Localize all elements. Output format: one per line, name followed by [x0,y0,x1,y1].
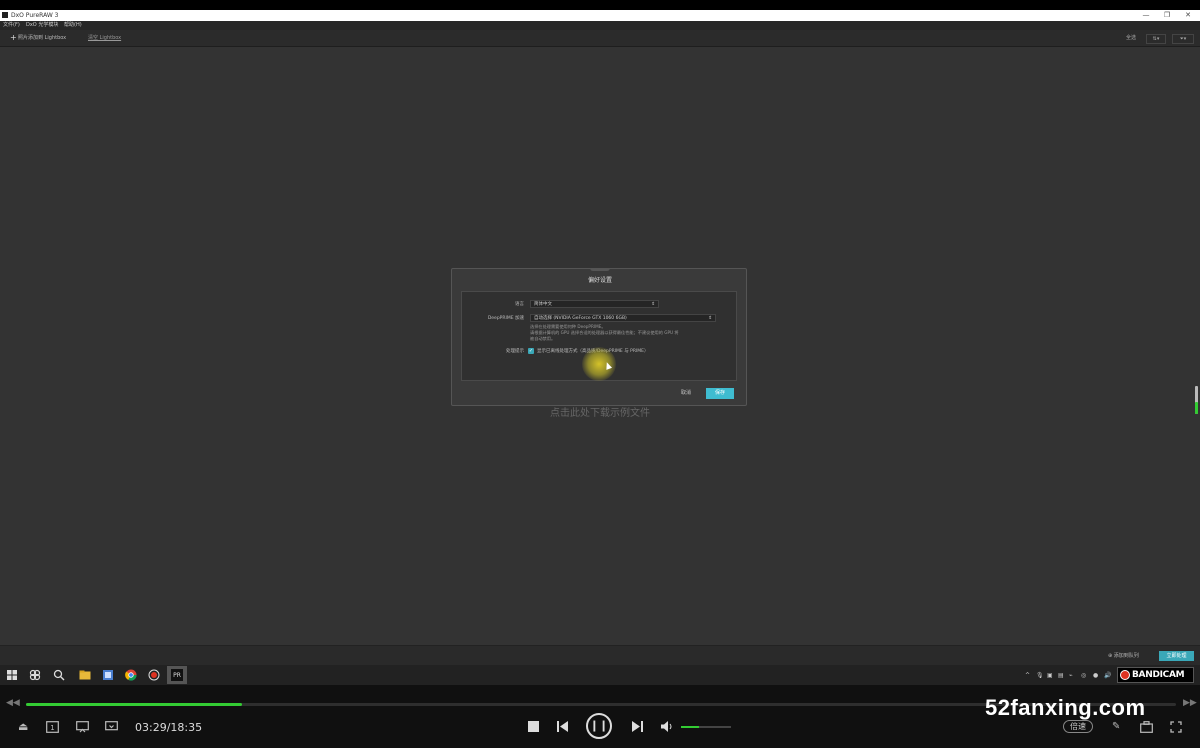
windows-taskbar: PR ^ 🎙 ▣ ▤ ⌁ ◎ ● 🔊 [0,665,1200,685]
add-to-queue-label: 添加到队列 [1113,653,1139,659]
deepprime-value: 自动选择 (NVIDIA GeForce GTX 1060 6GB) [534,316,627,321]
chevron-updown-icon: ⇕ [651,302,655,307]
windows-start-icon[interactable] [5,668,19,682]
sort-icon[interactable]: ⇅▾ [1146,34,1166,44]
preferences-dialog: 偏好设置 语言 简体中文 ⇕ DeepPRIME 加速 自动选择 (NVIDIA… [451,268,747,406]
warning-checkbox[interactable]: ✓ [528,348,534,354]
bandicam-label: BANDICAM [1132,670,1185,680]
briefcase-icon[interactable] [1140,721,1153,733]
tray-app-icon[interactable]: ▣ [1047,671,1053,680]
deepprime-select[interactable]: 自动选择 (NVIDIA GeForce GTX 1060 6GB) ⇕ [530,314,716,322]
tray-overflow-icon[interactable]: ^ [1025,671,1030,680]
menu-file[interactable]: 文件(F) [3,21,20,30]
tray-volume-icon[interactable]: 🔊 [1104,671,1111,680]
record-app-icon[interactable] [147,668,161,682]
screenshot-icon[interactable] [76,721,89,733]
clear-lightbox-link[interactable]: 清空 Lightbox [88,30,121,46]
maximize-button[interactable]: ❐ [1157,10,1177,21]
tool-icon[interactable]: ✎ [1112,721,1120,732]
select-all-button[interactable]: 全选 [1126,34,1136,42]
bottom-action-bar: ⊕ 添加到队列 立即处理 [0,645,1200,666]
toolbar: + 照片添加到 Lightbox 清空 Lightbox 全选 ⇅▾ ⏷▾ [0,30,1200,47]
playback-time: 03:29/18:35 [135,721,203,734]
previous-icon[interactable] [556,720,569,733]
task-view-icon[interactable] [28,668,42,682]
file-explorer-icon[interactable] [78,668,92,682]
menu-dxo-modules[interactable]: DxO 光学模块 [26,21,58,30]
download-sample-hint[interactable]: 点击此处下载示例文件 [500,404,700,419]
dialog-content-panel: 语言 简体中文 ⇕ DeepPRIME 加速 自动选择 (NVIDIA GeFo… [461,291,737,381]
window-title: DxO PureRAW 3 [11,12,59,19]
search-icon[interactable] [52,668,66,682]
deepprime-description: 选择在处理需要使用何种 DeepPRIME。 请根据计算机的 GPU 选择合适的… [530,324,730,342]
pause-icon: ❙❙ [589,719,609,732]
pureraw-app-icon: PR [171,669,183,681]
cast-icon[interactable] [105,721,118,733]
language-select[interactable]: 简体中文 ⇕ [530,300,659,308]
language-label: 语言 [515,302,524,307]
side-panel-indicator [1195,402,1198,414]
add-to-lightbox-button[interactable]: 照片添加到 Lightbox [18,30,66,46]
svg-text:1: 1 [50,724,54,732]
taskbar-active-app[interactable]: PR [167,666,187,684]
fast-forward-icon[interactable]: ▶▶ [1183,698,1197,708]
dialog-notch [590,268,610,271]
site-watermark: 52fanxing.com [985,695,1146,720]
stop-icon[interactable] [528,721,539,732]
subtitle-icon[interactable]: 1 [46,721,59,733]
close-button[interactable]: ✕ [1178,10,1198,21]
add-to-queue-button[interactable]: ⊕ 添加到队列 [1108,652,1139,661]
bandicam-watermark: BANDICAM [1117,667,1194,683]
process-now-button[interactable]: 立即处理 [1159,651,1194,661]
app-icon [2,12,8,18]
volume-level [681,726,699,728]
tray-display-icon[interactable]: ▤ [1058,671,1064,680]
language-value: 简体中文 [534,302,552,307]
cancel-button[interactable]: 取消 [672,388,700,399]
tray-status-icon[interactable]: ● [1093,671,1098,680]
tray-mic-icon[interactable]: 🎙 [1036,671,1044,680]
notes-app-icon[interactable] [101,668,115,682]
next-icon[interactable] [631,720,644,733]
window-titlebar: DxO PureRAW 3 — ❐ ✕ [0,10,1200,21]
rewind-icon[interactable]: ◀◀ [6,698,20,708]
chevron-updown-icon: ⇕ [708,316,712,321]
seek-progress [26,703,243,706]
fullscreen-icon[interactable] [1170,721,1182,733]
video-player-bar: ◀◀ ▶▶ ⏏ 1 03:29/18:35 ❙❙ 52fanxing.com 倍… [0,685,1200,748]
minimize-button[interactable]: — [1136,10,1156,21]
tray-wechat-icon[interactable]: ◎ [1081,671,1086,680]
pause-button[interactable]: ❙❙ [586,713,612,739]
playback-speed-button[interactable]: 倍速 [1063,720,1093,733]
volume-icon[interactable] [660,720,673,733]
add-icon[interactable]: + [10,30,17,46]
eject-icon[interactable]: ⏏ [18,720,28,733]
save-button[interactable]: 保存 [706,388,734,399]
warning-label: 处理提示 [506,349,524,354]
deepprime-desc-line3: 被自动禁用。 [530,336,556,341]
volume-slider[interactable] [681,726,731,728]
svg-text:PR: PR [173,672,181,679]
dialog-title: 偏好设置 [587,277,612,284]
menu-bar: 文件(F) DxO 光学模块 帮助(H) [0,21,1200,30]
menu-help[interactable]: 帮助(H) [64,21,82,30]
bandicam-record-icon [1120,670,1130,680]
tray-network-icon[interactable]: ⌁ [1069,671,1073,680]
screen-top-border [0,0,1200,10]
deepprime-label: DeepPRIME 加速 [487,316,524,321]
filter-icon[interactable]: ⏷▾ [1172,34,1194,44]
chrome-icon[interactable] [124,668,138,682]
